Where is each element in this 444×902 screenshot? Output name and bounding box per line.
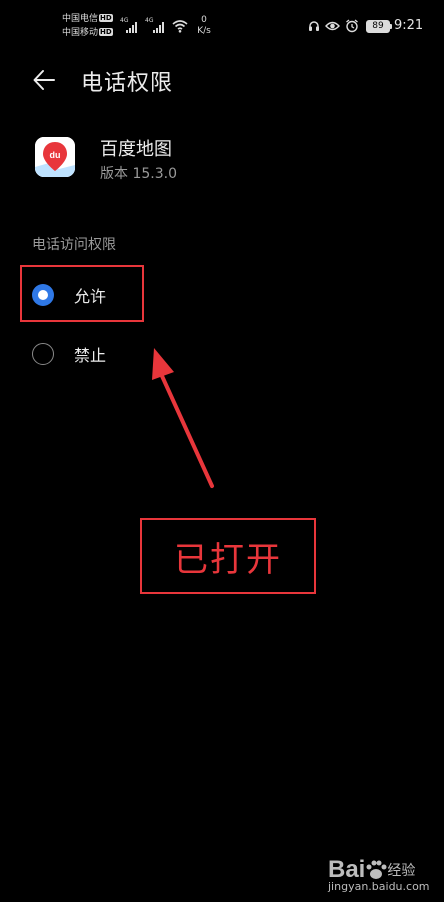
headset-icon xyxy=(309,21,319,31)
highlight-box xyxy=(20,265,144,322)
network-speed: 0 K/s xyxy=(197,15,211,36)
paw-icon xyxy=(366,860,387,879)
radio-unselected-icon[interactable] xyxy=(32,343,54,365)
baidu-map-app-icon: du xyxy=(35,137,75,177)
watermark-url: jingyan.baidu.com xyxy=(328,880,430,893)
wifi-icon xyxy=(172,20,188,33)
back-arrow-icon[interactable] xyxy=(32,68,56,92)
section-label: 电话访问权限 xyxy=(32,237,116,253)
hd-badge-2: HD xyxy=(99,28,113,36)
page-title: 电话权限 xyxy=(81,71,174,96)
svg-text:du: du xyxy=(50,150,61,160)
option-deny[interactable]: 禁止 xyxy=(32,341,152,367)
status-time: 9:21 xyxy=(394,18,424,33)
eye-icon xyxy=(325,21,340,31)
signal-icon-2: 4G xyxy=(145,17,167,33)
option-deny-label: 禁止 xyxy=(74,346,107,365)
callout-text: 已打开 xyxy=(174,539,282,580)
annotation-arrow-icon xyxy=(152,348,214,488)
app-version: 版本 15.3.0 xyxy=(100,166,177,182)
signal-icon-1: 4G xyxy=(120,17,140,33)
battery-indicator: 89 xyxy=(366,20,392,33)
callout-box: 已打开 xyxy=(140,518,316,594)
alarm-icon xyxy=(346,19,358,33)
app-name: 百度地图 xyxy=(100,139,172,160)
hd-badge-1: HD xyxy=(99,14,113,22)
carrier-1: 中国电信 HD xyxy=(62,14,113,24)
carrier-2: 中国移动 HD xyxy=(62,28,113,38)
